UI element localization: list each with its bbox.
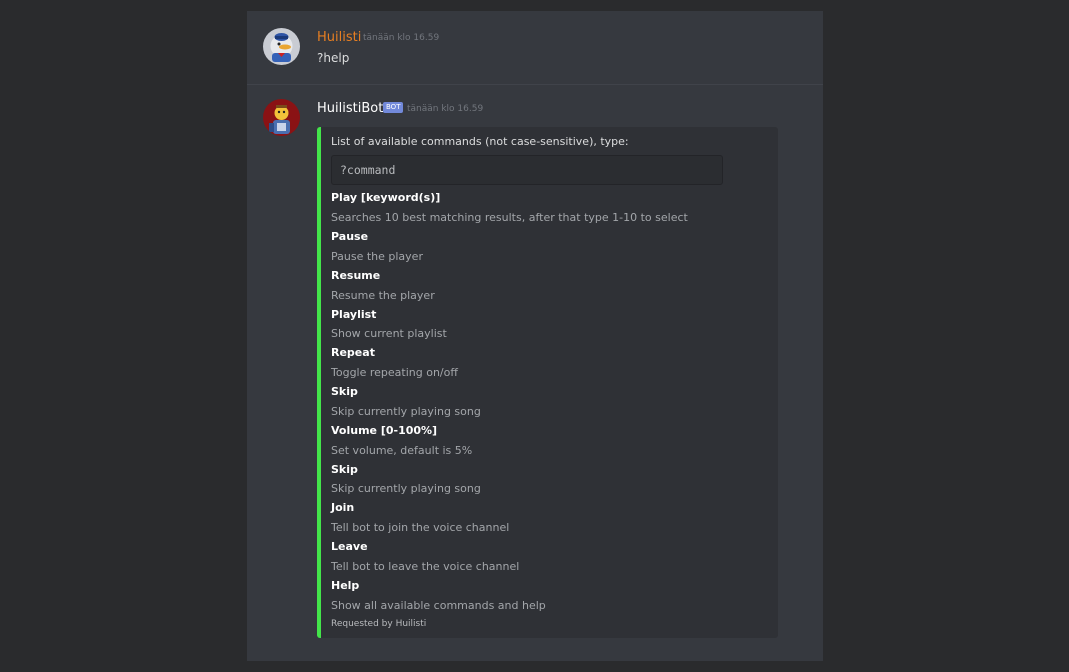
help-embed: List of available commands (not case-sen…: [317, 127, 778, 638]
embed-field-name: Help: [331, 579, 360, 592]
embed-field-value: Skip currently playing song: [331, 482, 481, 495]
embed-field-name: Repeat: [331, 346, 375, 359]
embed-field-name: Volume [0-100%]: [331, 424, 438, 437]
embed-field-name: Join: [331, 501, 355, 514]
embed-field-name: Skip: [331, 463, 358, 476]
embed-field-value: Toggle repeating on/off: [331, 366, 458, 379]
message-timestamp: tänään klo 16.59: [407, 104, 484, 114]
message-author[interactable]: HuilistiBot: [317, 101, 383, 116]
embed-field-value: Show current playlist: [331, 327, 447, 340]
embed-field-value: Tell bot to leave the voice channel: [331, 560, 520, 573]
embed-field-value: Resume the player: [331, 289, 435, 302]
message-timestamp: tänään klo 16.59: [363, 33, 440, 43]
embed-field-value: Tell bot to join the voice channel: [331, 521, 510, 534]
bot-avatar-icon[interactable]: [263, 99, 300, 136]
embed-field-value: Pause the player: [331, 250, 423, 263]
embed-description: List of available commands (not case-sen…: [331, 135, 629, 148]
embed-field-name: Skip: [331, 385, 358, 398]
embed-field-value: Show all available commands and help: [331, 599, 546, 612]
message-text: ?help: [317, 51, 350, 65]
embed-field-value: Searches 10 best matching results, after…: [331, 211, 688, 224]
chat-panel: Huilisti tänään klo 16.59 ?help Huilisti…: [247, 11, 823, 661]
code-block: ?command: [331, 155, 723, 185]
embed-field-name: Play [keyword(s)]: [331, 191, 441, 204]
embed-field-value: Set volume, default is 5%: [331, 444, 473, 457]
embed-field-name: Resume: [331, 269, 381, 282]
embed-field-value: Skip currently playing song: [331, 405, 481, 418]
embed-footer: Requested by Huilisti: [331, 619, 427, 629]
duck-avatar-icon[interactable]: [263, 28, 300, 65]
embed-field-name: Leave: [331, 540, 368, 553]
message-author[interactable]: Huilisti: [317, 30, 361, 45]
bot-tag-badge: BOT: [383, 102, 404, 113]
embed-field-name: Playlist: [331, 308, 377, 321]
embed-field-name: Pause: [331, 230, 369, 243]
code-text: ?command: [340, 163, 396, 177]
message-divider: [247, 84, 823, 85]
